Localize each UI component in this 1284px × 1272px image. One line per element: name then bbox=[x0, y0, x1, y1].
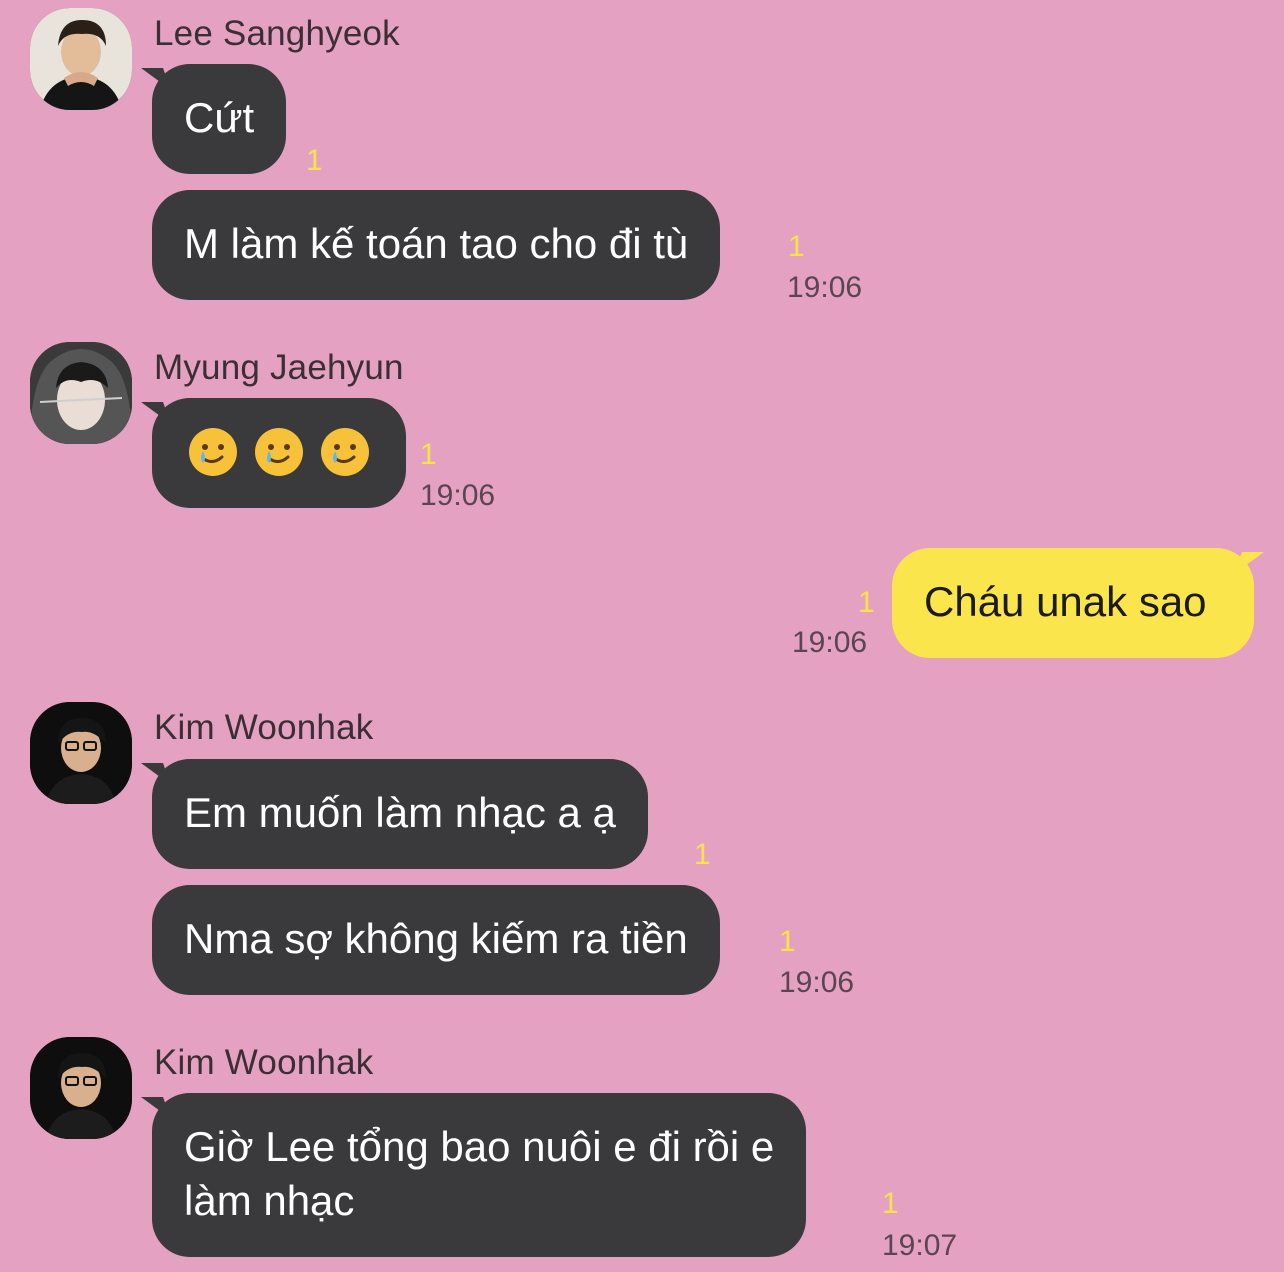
unread-count: 1 bbox=[788, 230, 805, 263]
message-bubble[interactable] bbox=[152, 398, 406, 508]
avatar-kim-woonhak[interactable] bbox=[30, 1037, 132, 1139]
avatar-kim-woonhak-image bbox=[30, 702, 132, 804]
message-timestamp: 19:06 bbox=[787, 271, 863, 304]
avatar-kim-woonhak[interactable] bbox=[30, 702, 132, 804]
message-bubble[interactable]: Giờ Lee tổng bao nuôi e đi rồi e làm nhạ… bbox=[152, 1093, 807, 1257]
unread-count: 1 bbox=[306, 144, 323, 177]
message-bubble[interactable]: Cứt bbox=[152, 64, 287, 174]
sender-name: Kim Woonhak bbox=[154, 708, 374, 747]
message-bubble[interactable]: Nma sợ không kiếm ra tiền bbox=[152, 885, 720, 995]
message-bubble[interactable]: M làm kế toán tao cho đi tù bbox=[152, 190, 721, 300]
unread-count: 1 bbox=[694, 838, 711, 871]
message-timestamp: 19:06 bbox=[792, 626, 868, 659]
unread-count: 1 bbox=[779, 925, 796, 958]
avatar-kim-woonhak-image bbox=[30, 1037, 132, 1139]
avatar-lee-sanghyeok[interactable] bbox=[30, 8, 132, 110]
smiling-face-with-tear-icon bbox=[186, 425, 240, 479]
message-timestamp: 19:07 bbox=[882, 1229, 958, 1262]
avatar-lee-sanghyeok-image bbox=[30, 8, 132, 110]
message-line: làm nhạc bbox=[184, 1177, 355, 1224]
message-timestamp: 19:06 bbox=[420, 479, 496, 512]
avatar-myung-jaehyun-image bbox=[30, 342, 132, 444]
message-bubble-outgoing[interactable]: Cháu unak sao bbox=[892, 548, 1254, 658]
message-bubble[interactable]: Em muốn làm nhạc a ạ bbox=[152, 759, 648, 869]
unread-count: 1 bbox=[858, 586, 875, 619]
unread-count: 1 bbox=[420, 438, 437, 471]
unread-count: 1 bbox=[882, 1187, 899, 1220]
avatar-myung-jaehyun[interactable] bbox=[30, 342, 132, 444]
sender-name: Kim Woonhak bbox=[154, 1043, 374, 1082]
chat-view[interactable]: Lee Sanghyeok Cứt 1 M làm kế toán tao ch… bbox=[0, 0, 1284, 1272]
smiling-face-with-tear-icon bbox=[252, 425, 306, 479]
smiling-face-with-tear-icon bbox=[318, 425, 372, 479]
sender-name: Lee Sanghyeok bbox=[154, 14, 400, 53]
message-line: Giờ Lee tổng bao nuôi e đi rồi e bbox=[184, 1123, 775, 1170]
sender-name: Myung Jaehyun bbox=[154, 348, 404, 387]
message-timestamp: 19:06 bbox=[779, 966, 855, 999]
emoji-row bbox=[186, 425, 372, 479]
